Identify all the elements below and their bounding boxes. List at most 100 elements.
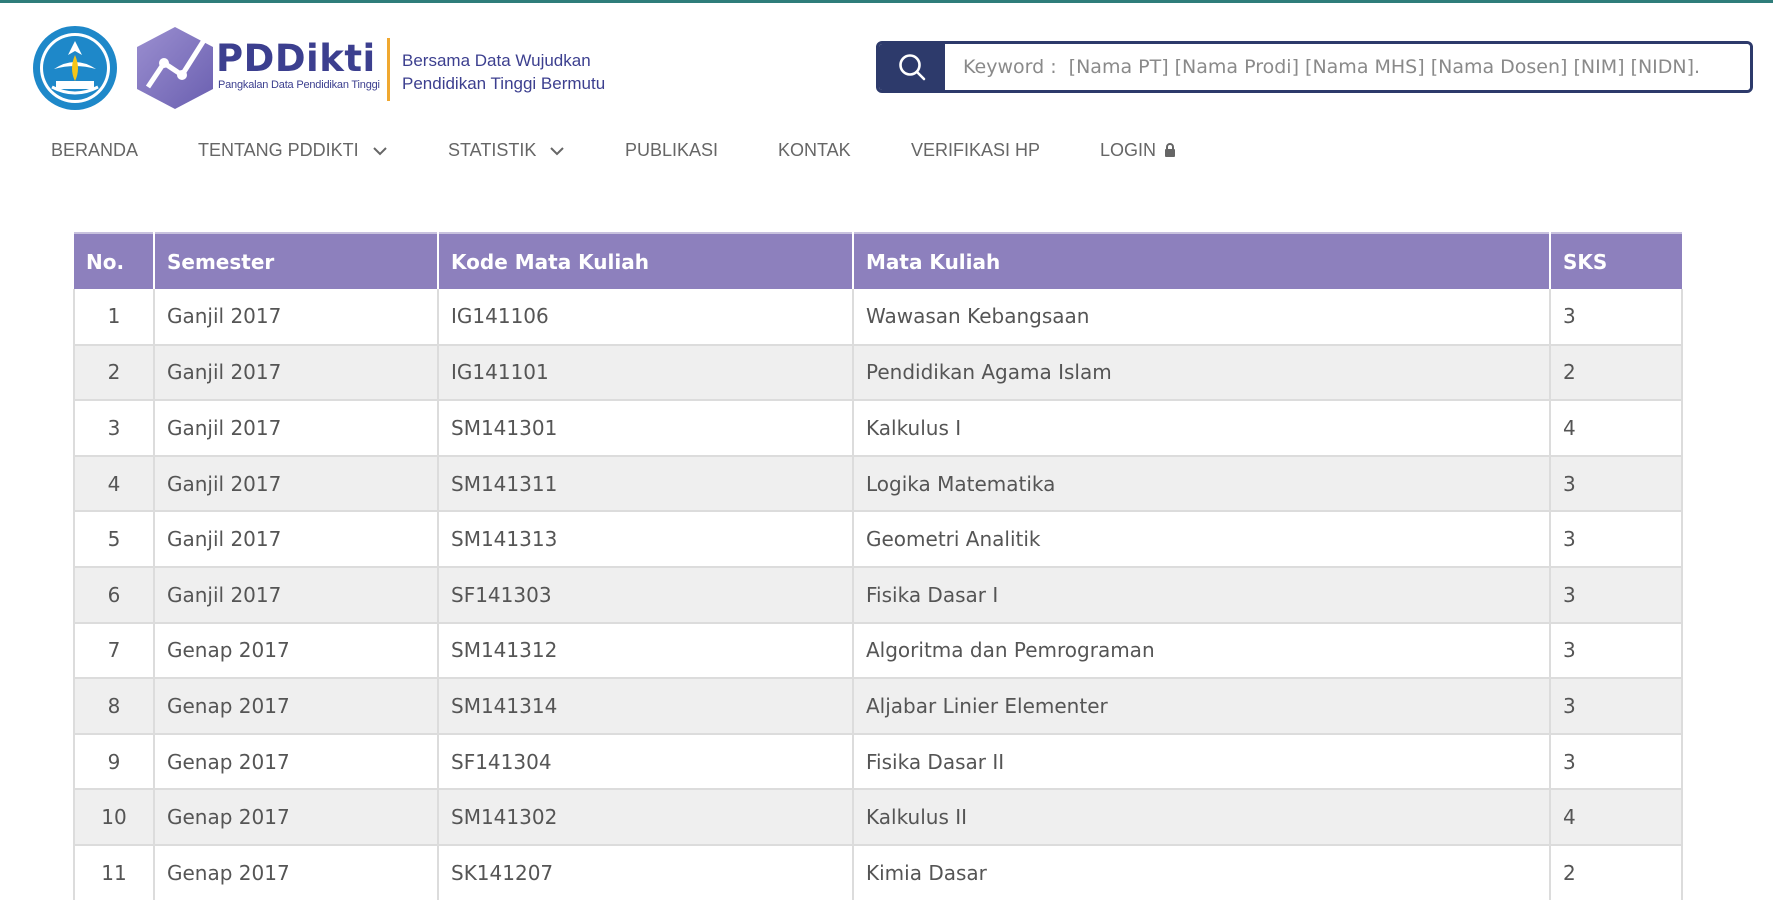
cell-mata-kuliah: Logika Matematika (853, 455, 1551, 513)
cell-sks: 2 (1550, 844, 1683, 900)
search-bar (876, 41, 1753, 93)
column-header-sks[interactable]: SKS (1550, 232, 1682, 289)
cell-semester: Ganjil 2017 (154, 289, 439, 346)
brand-divider (387, 38, 390, 101)
cell-no: 6 (73, 566, 155, 624)
cell-mata-kuliah: Kalkulus I (853, 400, 1551, 457)
search-icon (899, 54, 926, 81)
cell-sks: 3 (1550, 566, 1683, 624)
cell-kode-mata-kuliah: IG141101 (438, 344, 854, 402)
cell-semester: Genap 2017 (154, 733, 439, 791)
column-header-no[interactable]: No. (74, 232, 155, 289)
pddikti-hexagon-logo[interactable] (130, 23, 220, 113)
cell-sks: 2 (1550, 344, 1683, 402)
cell-kode-mata-kuliah: SM141313 (438, 511, 854, 568)
cell-sks: 3 (1550, 511, 1683, 568)
table-row: 7 Genap 2017 SM141312 Algoritma dan Pemrogr… (73, 622, 1683, 680)
cell-kode-mata-kuliah: SF141303 (438, 566, 854, 624)
cell-sks: 4 (1550, 789, 1683, 846)
course-table: No. Semester Kode Mata Kuliah Mata Kulia… (73, 232, 1683, 900)
nav-label: STATISTIK (448, 140, 537, 160)
cell-mata-kuliah: Aljabar Linier Elementer (853, 678, 1551, 735)
nav-item-verifikasi-hp[interactable]: VERIFIKASI HP (911, 130, 1040, 170)
cell-semester: Ganjil 2017 (154, 400, 439, 457)
table-row: 9 Genap 2017 SF141304 Fisika Dasar II 3 (73, 733, 1683, 791)
cell-semester: Ganjil 2017 (154, 344, 439, 402)
tagline: Bersama Data Wujudkan Pendidikan Tinggi … (402, 49, 605, 95)
brand-name[interactable]: PDDikti (216, 39, 380, 79)
column-header-mata-kuliah[interactable]: Mata Kuliah (853, 232, 1551, 289)
site-header: PDDikti Pangkalan Data Pendidikan Tinggi… (0, 3, 1773, 113)
lock-icon (1165, 143, 1176, 157)
cell-no: 9 (73, 733, 155, 791)
cell-no: 4 (73, 455, 155, 513)
chevron-down-icon (550, 147, 565, 156)
nav-label: VERIFIKASI HP (911, 140, 1041, 160)
cell-mata-kuliah: Kalkulus II (853, 789, 1551, 846)
nav-item-login[interactable]: LOGIN (1100, 130, 1176, 170)
cell-mata-kuliah: Pendidikan Agama Islam (853, 344, 1551, 402)
cell-no: 10 (73, 789, 155, 846)
cell-no: 1 (73, 289, 155, 346)
tagline-line-1: Bersama Data Wujudkan (402, 51, 591, 70)
nav-item-beranda[interactable]: BERANDA (51, 130, 138, 170)
cell-kode-mata-kuliah: SM141301 (438, 400, 854, 457)
search-input[interactable] (945, 44, 1750, 90)
cell-no: 8 (73, 678, 155, 735)
cell-mata-kuliah: Kimia Dasar (853, 844, 1551, 900)
cell-semester: Ganjil 2017 (154, 511, 439, 568)
cell-sks: 3 (1550, 622, 1683, 680)
nav-item-kontak[interactable]: KONTAK (778, 130, 851, 170)
cell-no: 5 (73, 511, 155, 568)
table-header-row: No. Semester Kode Mata Kuliah Mata Kulia… (74, 232, 1682, 289)
table-row: 4 Ganjil 2017 SM141311 Logika Matematika 3 (73, 455, 1683, 513)
table-row: 6 Ganjil 2017 SF141303 Fisika Dasar I3 (73, 566, 1683, 624)
nav-label: BERANDA (51, 140, 139, 160)
cell-mata-kuliah: Algoritma dan Pemrograman (853, 622, 1551, 680)
cell-sks: 3 (1550, 733, 1683, 791)
cell-mata-kuliah: Fisika Dasar II (853, 733, 1551, 791)
cell-kode-mata-kuliah: SK141207 (438, 844, 854, 900)
nav-item-tentang-pddikti[interactable]: TENTANG PDDIKTI (198, 130, 388, 170)
column-header-kode-mata-kuliah[interactable]: Kode Mata Kuliah (438, 232, 854, 289)
brand-block: PDDikti Pangkalan Data Pendidikan Tinggi (216, 39, 380, 92)
tut-wuri-handayani-logo[interactable] (32, 25, 118, 111)
table-row: 3 Ganjil 2017 SM141301 Kalkulus I4 (73, 400, 1683, 457)
cell-mata-kuliah: Fisika Dasar I (853, 566, 1551, 624)
cell-kode-mata-kuliah: SM141302 (438, 789, 854, 846)
cell-semester: Genap 2017 (154, 789, 439, 846)
table-row: 1 Ganjil 2017 IG141106 Wawasan Kebangsaan 3 (73, 289, 1683, 346)
cell-no: 3 (73, 400, 155, 457)
cell-sks: 3 (1550, 289, 1683, 346)
nav-label: TENTANG PDDIKTI (198, 140, 359, 160)
column-header-semester[interactable]: Semester (154, 232, 439, 289)
search-button[interactable] (879, 44, 945, 90)
cell-no: 2 (73, 344, 155, 402)
cell-semester: Genap 2017 (154, 678, 439, 735)
nav-label: KONTAK (778, 140, 851, 160)
cell-sks: 3 (1550, 455, 1683, 513)
nav-item-publikasi[interactable]: PUBLIKASI (625, 130, 718, 170)
table-row: 8 Genap 2017 SM141314 Aljabar Linier Elemen… (73, 678, 1683, 735)
table-row: 5 Ganjil 2017 SM141313 Geometri Analitik 3 (73, 511, 1683, 568)
course-table-container: No. Semester Kode Mata Kuliah Mata Kulia… (73, 232, 1683, 900)
cell-semester: Ganjil 2017 (154, 566, 439, 624)
table-row: 10 Genap 2017 SM141302 Kalkulus II 4 (73, 789, 1683, 846)
cell-kode-mata-kuliah: SM141311 (438, 455, 854, 513)
nav-item-statistik[interactable]: STATISTIK (448, 130, 565, 170)
cell-mata-kuliah: Geometri Analitik (853, 511, 1551, 568)
cell-no: 11 (73, 844, 155, 900)
table-row: 2 Ganjil 2017 IG141101 Pendidikan Agama Isl… (73, 344, 1683, 402)
cell-kode-mata-kuliah: SM141312 (438, 622, 854, 680)
table-row: 11 Genap 2017 SK141207 Kimia Dasar 2 (73, 844, 1683, 900)
cell-semester: Genap 2017 (154, 622, 439, 680)
tagline-line-2: Pendidikan Tinggi Bermutu (402, 74, 606, 93)
brand-subtitle: Pangkalan Data Pendidikan Tinggi (218, 79, 380, 91)
main-nav: BERANDA TENTANG PDDIKTI STATISTIK PUBLIK… (0, 130, 1773, 170)
cell-mata-kuliah: Wawasan Kebangsaan (853, 289, 1551, 346)
cell-sks: 3 (1550, 678, 1683, 735)
cell-semester: Genap 2017 (154, 844, 439, 900)
nav-label: PUBLIKASI (625, 140, 719, 160)
cell-sks: 4 (1550, 400, 1683, 457)
table-body: 1 Ganjil 2017 IG141106 Wawasan Kebangsaan 3 2… (73, 289, 1683, 900)
